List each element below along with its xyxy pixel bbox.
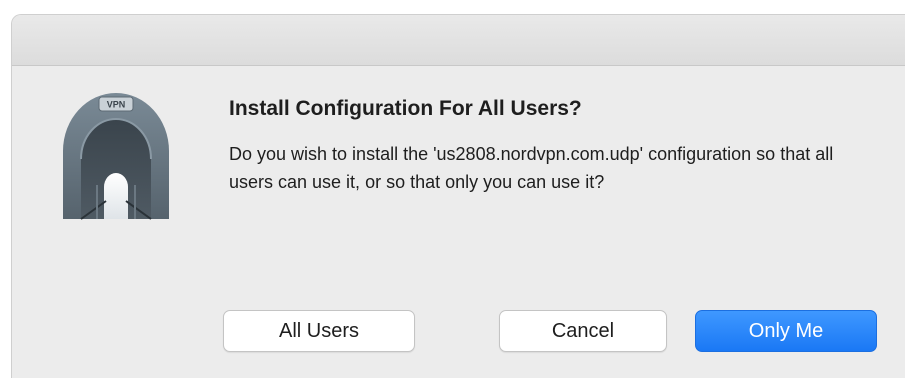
only-me-button[interactable]: Only Me — [695, 310, 877, 352]
all-users-button[interactable]: All Users — [223, 310, 415, 352]
cancel-button[interactable]: Cancel — [499, 310, 667, 352]
vpn-badge-label: VPN — [107, 100, 126, 110]
install-configuration-dialog: VPN Install Configuration For All Users?… — [11, 14, 905, 378]
dialog-message: Do you wish to install the 'us2808.nordv… — [229, 144, 834, 192]
dialog-titlebar[interactable] — [12, 15, 905, 66]
vpn-tunnel-icon: VPN — [61, 89, 171, 221]
dialog-title: Install Configuration For All Users? — [229, 97, 582, 120]
